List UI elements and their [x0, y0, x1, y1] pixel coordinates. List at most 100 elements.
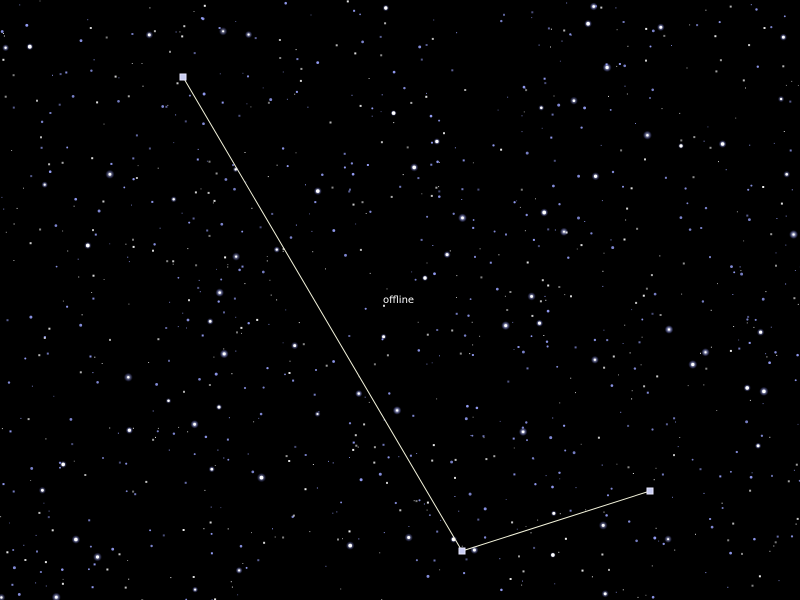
- star: [572, 99, 576, 102]
- star: [27, 418, 30, 421]
- star: [275, 248, 278, 251]
- star: [179, 31, 181, 33]
- star: [27, 44, 32, 49]
- star: [417, 177, 420, 180]
- star: [650, 274, 653, 277]
- star: [537, 321, 542, 325]
- route-node-middle[interactable]: [458, 547, 466, 555]
- star: [426, 501, 429, 504]
- star: [227, 458, 230, 461]
- star: [210, 467, 214, 471]
- star: [81, 314, 83, 316]
- star: [237, 594, 239, 596]
- star: [311, 230, 313, 232]
- star: [13, 260, 15, 261]
- star: [23, 544, 25, 546]
- star: [432, 444, 435, 447]
- star: [775, 252, 777, 254]
- star: [316, 412, 319, 416]
- star: [96, 101, 99, 104]
- star: [71, 95, 75, 98]
- star: [795, 523, 797, 525]
- star: [279, 57, 282, 59]
- star: [269, 279, 271, 281]
- star: [526, 367, 529, 370]
- star: [5, 231, 7, 233]
- star: [608, 95, 609, 97]
- star: [569, 33, 572, 36]
- star: [305, 184, 306, 186]
- star: [87, 19, 89, 21]
- star: [227, 528, 229, 530]
- star: [438, 195, 441, 198]
- star: [516, 200, 518, 202]
- star: [456, 297, 457, 298]
- star: [649, 45, 652, 48]
- star: [577, 174, 581, 178]
- star: [245, 566, 248, 569]
- star: [432, 245, 434, 246]
- star: [436, 329, 439, 331]
- star: [458, 510, 460, 512]
- star: [769, 550, 771, 552]
- star: [756, 444, 760, 448]
- star: [348, 543, 353, 548]
- star: [253, 421, 255, 423]
- star: [61, 161, 64, 164]
- star: [418, 499, 421, 502]
- star: [227, 266, 229, 268]
- star: [513, 349, 515, 350]
- star: [247, 453, 249, 455]
- star: [525, 526, 527, 527]
- star: [662, 542, 665, 546]
- star: [606, 339, 609, 342]
- star: [707, 126, 709, 128]
- star: [282, 342, 284, 344]
- star: [436, 160, 439, 164]
- star: [187, 431, 189, 433]
- star: [467, 314, 470, 317]
- star: [509, 578, 512, 580]
- star: [127, 560, 129, 561]
- star: [583, 106, 587, 110]
- star: [624, 85, 626, 87]
- star: [622, 589, 624, 591]
- star: [62, 578, 64, 580]
- star: [658, 540, 660, 542]
- star: [562, 424, 566, 427]
- star: [714, 35, 717, 38]
- star: [9, 430, 12, 433]
- star: [710, 346, 712, 348]
- star: [696, 24, 699, 27]
- star: [134, 493, 137, 496]
- star: [482, 435, 485, 438]
- star: [241, 230, 244, 233]
- star: [155, 436, 156, 438]
- star: [111, 547, 115, 551]
- star: [369, 210, 372, 213]
- star: [753, 326, 755, 328]
- star: [653, 292, 657, 296]
- route-node-start[interactable]: [179, 73, 187, 81]
- star: [547, 228, 550, 231]
- star: [371, 107, 374, 110]
- star: [431, 37, 434, 40]
- star: [611, 246, 615, 250]
- star: [188, 221, 191, 224]
- star: [748, 44, 751, 47]
- star: [232, 164, 235, 167]
- star: [591, 576, 593, 578]
- star: [651, 29, 655, 33]
- star: [463, 572, 466, 575]
- star: [233, 297, 236, 300]
- star: [346, 0, 349, 3]
- route-node-end[interactable]: [646, 487, 654, 495]
- star: [423, 503, 425, 505]
- star-map-viewport[interactable]: offline: [0, 0, 800, 600]
- star: [553, 159, 556, 162]
- star: [749, 144, 751, 146]
- star: [157, 167, 159, 169]
- star: [492, 144, 495, 147]
- star: [19, 4, 21, 6]
- star: [118, 461, 121, 464]
